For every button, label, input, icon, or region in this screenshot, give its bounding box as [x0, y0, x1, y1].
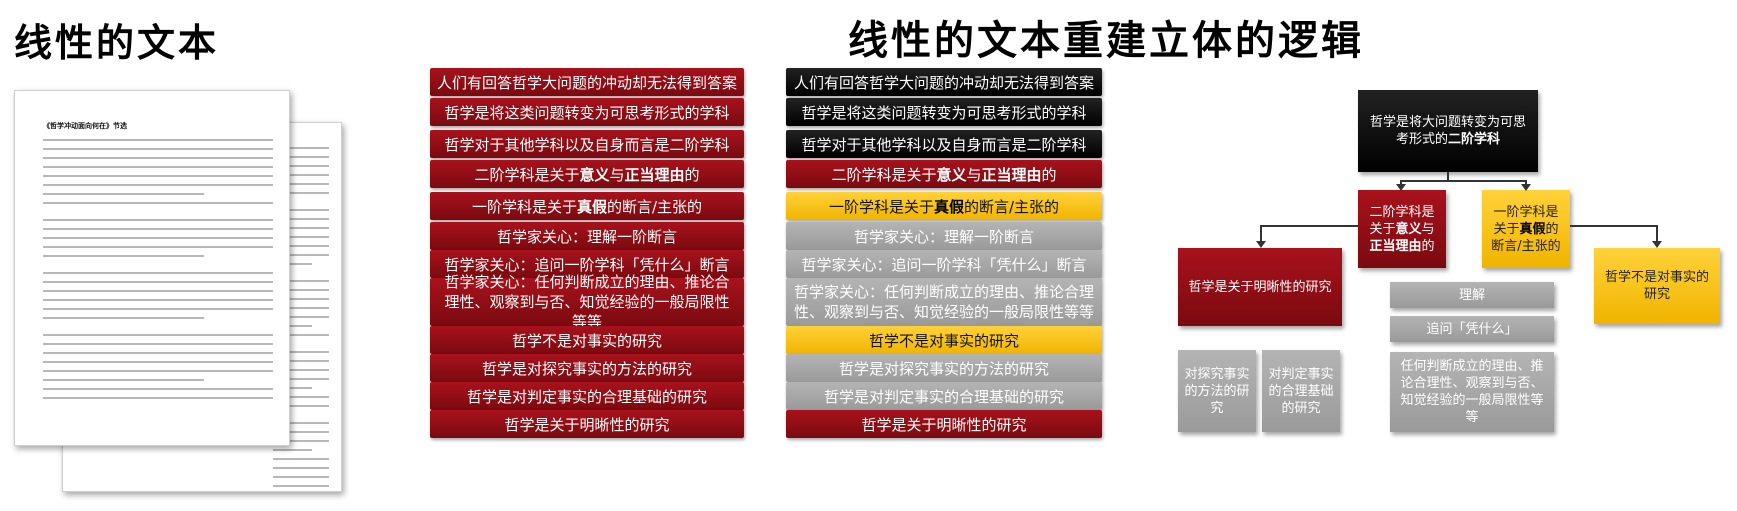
statement-bar: 哲学家关心：理解一阶断言 — [430, 222, 744, 250]
text-line — [43, 246, 273, 248]
statement-bar: 哲学是关于明晰性的研究 — [786, 410, 1102, 438]
text-line — [273, 476, 329, 478]
statement-bar: 哲学对于其他学科以及自身而言是二阶学科 — [430, 130, 744, 158]
statement-bar: 二阶学科是关于意义与正当理由的 — [786, 160, 1102, 188]
tree-second-order-node: 二阶学科是关于意义与正当理由的 — [1358, 190, 1446, 268]
text-line — [43, 202, 273, 204]
text-line — [43, 255, 204, 257]
text-line — [43, 299, 273, 301]
connector — [1656, 225, 1658, 241]
tree-clarity-node: 哲学是关于明晰性的研究 — [1178, 248, 1342, 326]
text-line — [273, 458, 329, 460]
document-title: 《哲学冲动面向何在》节选 — [43, 122, 127, 130]
text-line — [43, 272, 273, 274]
text-line — [43, 334, 273, 336]
arrow-icon — [1256, 241, 1266, 248]
statement-bar: 哲学是将这类问题转变为可思考形式的学科 — [430, 98, 744, 126]
arrow-icon — [1521, 184, 1531, 191]
text-line — [43, 219, 273, 221]
tree-reasons-node: 任何判断成立的理由、推论合理性、观察到与否、知觉经验的一般局限性等等 — [1390, 352, 1554, 432]
statement-bar: 哲学家关心：理解一阶断言 — [786, 222, 1102, 250]
text-line — [43, 343, 273, 345]
text-line — [43, 379, 204, 381]
text-line — [273, 467, 329, 469]
statement-bar: 哲学是对判定事实的合理基础的研究 — [430, 382, 744, 410]
statement-bar: 哲学对于其他学科以及自身而言是二阶学科 — [786, 130, 1102, 158]
document-page-front: 《哲学冲动面向何在》节选 — [14, 90, 290, 446]
tree-basis-node: 对判定事实的合理基础的研究 — [1262, 350, 1340, 432]
statement-bar: 哲学家关心：任何判断成立的理由、推论合理性、观察到与否、知觉经验的一般局限性等等 — [786, 278, 1102, 326]
tree-not-fact-node: 哲学不是对事实的研究 — [1594, 248, 1720, 324]
statement-bar: 人们有回答哲学大问题的冲动却无法得到答案 — [786, 68, 1102, 96]
connector — [1447, 172, 1449, 180]
arrow-icon — [1652, 241, 1662, 248]
text-line — [43, 397, 273, 399]
statement-bar: 哲学是将这类问题转变为可思考形式的学科 — [786, 98, 1102, 126]
statement-bar: 哲学是对探究事实的方法的研究 — [430, 354, 744, 382]
right-title: 线性的文本重建立体的逻辑 — [848, 18, 1364, 64]
statement-bar: 哲学是关于明晰性的研究 — [430, 410, 744, 438]
text-line — [43, 388, 273, 390]
text-line — [43, 308, 273, 310]
statement-bar: 哲学不是对事实的研究 — [430, 326, 744, 354]
statement-bar: 一阶学科是关于真假的断言/主张的 — [430, 192, 744, 220]
arrow-icon — [1396, 184, 1406, 191]
connector — [1570, 225, 1658, 227]
tree-understand-node: 理解 — [1390, 282, 1554, 308]
text-line — [43, 290, 273, 292]
text-line — [273, 449, 313, 451]
statement-bar: 一阶学科是关于真假的断言/主张的 — [786, 192, 1102, 220]
text-line — [43, 184, 273, 186]
text-line — [273, 485, 329, 487]
text-line — [43, 157, 273, 159]
statement-bar: 哲学不是对事实的研究 — [786, 326, 1102, 354]
text-line — [43, 175, 273, 177]
statement-bar: 二阶学科是关于意义与正当理由的 — [430, 160, 744, 188]
text-line — [43, 361, 273, 363]
text-line — [43, 193, 204, 195]
text-line — [43, 228, 273, 230]
connector — [1260, 225, 1358, 227]
text-line — [43, 237, 273, 239]
text-line — [43, 370, 273, 372]
connector — [1260, 225, 1262, 241]
statement-bar: 人们有回答哲学大问题的冲动却无法得到答案 — [430, 68, 744, 96]
tree-methods-node: 对探究事实的方法的研究 — [1178, 350, 1256, 432]
tree-first-order-node: 一阶学科是关于真假的断言/主张的 — [1482, 190, 1570, 268]
connector — [1400, 180, 1527, 182]
statement-bar: 哲学是对探究事实的方法的研究 — [786, 354, 1102, 382]
text-line — [43, 281, 273, 283]
text-line — [43, 139, 273, 141]
tree-root-node: 哲学是将大问题转变为可思考形式的二阶学科 — [1358, 90, 1538, 172]
text-line — [43, 352, 273, 354]
statement-bar: 哲学家关心：任何判断成立的理由、推论合理性、观察到与否、知觉经验的一般局限性等等 — [430, 273, 744, 331]
statement-bar: 哲学家关心：追问一阶学科「凭什么」断言 — [786, 250, 1102, 278]
statement-bar: 哲学是对判定事实的合理基础的研究 — [786, 382, 1102, 410]
left-title: 线性的文本 — [14, 21, 220, 65]
text-line — [43, 148, 273, 150]
tree-ask-node: 追问「凭什么」 — [1390, 316, 1554, 342]
text-line — [43, 166, 273, 168]
text-line — [43, 317, 204, 319]
